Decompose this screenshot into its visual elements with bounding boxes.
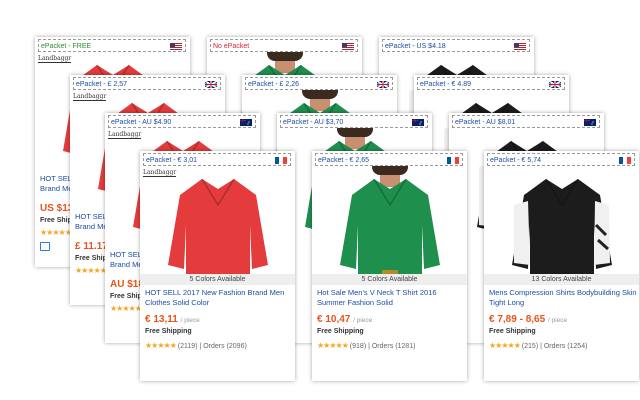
review-order-counts: (2119) | Orders (2096) — [175, 343, 247, 350]
shipping-price-text: ePacket - £ 2,26 — [248, 81, 299, 88]
brand-logo: Landbaggr — [143, 169, 177, 177]
shipping-price-text: ePacket - US $4.18 — [385, 43, 446, 50]
uk-flag-icon — [549, 81, 561, 88]
rating-row: ★★★★★ (215) | Orders (1254) — [489, 341, 587, 350]
colors-available: 13 Colors Available — [484, 274, 639, 285]
shipping-label: ePacket - € 3,01 — [143, 153, 291, 166]
free-shipping: Free Shipping — [489, 328, 536, 335]
fr-flag-icon — [619, 157, 631, 164]
shipping-label: ePacket - € 4.89 — [417, 77, 565, 90]
rating-row: ★★★★★ — [40, 228, 72, 237]
product-card[interactable]: ePacket - € 2,65 5 Colors Available Hot Sa… — [312, 151, 467, 381]
shipping-label: ePacket - AU $8,01 — [452, 115, 600, 128]
brand-logo: Landbaggr — [108, 131, 142, 139]
shipping-price-text: ePacket - € 5,74 — [490, 157, 541, 164]
review-order-counts: (918) | Orders (1281) — [347, 343, 416, 350]
shipping-label: ePacket - € 5,74 — [487, 153, 635, 166]
price: € 13,11 / piece — [145, 314, 200, 325]
star-rating-icon: ★★★★★ — [145, 341, 177, 350]
shipping-price-text: ePacket - AU $8,01 — [455, 119, 516, 126]
rating-row: ★★★★★ (2119) | Orders (2096) — [145, 341, 247, 350]
shipping-label: ePacket - £ 2,57 — [73, 77, 221, 90]
rating-row: ★★★★★ (918) | Orders (1281) — [317, 341, 415, 350]
us-flag-icon — [170, 43, 182, 50]
shipping-price-text: No ePacket — [213, 43, 250, 50]
brand-logo: Landbaggr — [73, 93, 107, 101]
unit-label: / piece — [180, 317, 200, 324]
price: £ 11.17 — [75, 241, 108, 252]
star-rating-icon: ★★★★★ — [40, 228, 72, 237]
brand-logo: Landbaggr — [38, 55, 72, 63]
free-shipping: Free Shipping — [145, 328, 192, 335]
shipping-price-text: ePacket - € 2,65 — [318, 157, 369, 164]
rating-row: ★★★★★ — [75, 266, 107, 275]
star-rating-icon: ★★★★★ — [489, 341, 521, 350]
cart-icon[interactable] — [40, 242, 50, 251]
star-rating-icon: ★★★★★ — [110, 304, 142, 313]
product-title-link[interactable]: Mens Compression Shirts Bodybuilding Ski… — [489, 288, 637, 308]
star-rating-icon: ★★★★★ — [317, 341, 349, 350]
shipping-label: No ePacket — [210, 39, 358, 52]
product-title-link[interactable]: HOT SELL 2017 New Fashion Brand Men Clot… — [145, 288, 293, 308]
au-flag-icon — [240, 119, 252, 126]
us-flag-icon — [514, 43, 526, 50]
shipping-label: ePacket - £ 2,26 — [245, 77, 393, 90]
shipping-price-text: ePacket - FREE — [41, 43, 92, 50]
fr-flag-icon — [447, 157, 459, 164]
shipping-label: ePacket - AU $4.90 — [108, 115, 256, 128]
au-flag-icon — [584, 119, 596, 126]
shipping-label: ePacket - € 2,65 — [315, 153, 463, 166]
product-image[interactable] — [312, 165, 467, 285]
colors-available: 5 Colors Available — [312, 274, 467, 285]
shipping-price-text: ePacket - € 3,01 — [146, 157, 197, 164]
review-order-counts: (215) | Orders (1254) — [519, 343, 588, 350]
shipping-label: ePacket - AU $3,70 — [280, 115, 428, 128]
au-flag-icon — [412, 119, 424, 126]
uk-flag-icon — [377, 81, 389, 88]
us-flag-icon — [342, 43, 354, 50]
rating-row: ★★★★★ — [110, 304, 142, 313]
price: € 7,89 - 8,65 / piece — [489, 314, 568, 325]
shipping-label: ePacket - US $4.18 — [382, 39, 530, 52]
product-card[interactable]: ePacket - € 5,74 13 Colors Available Mens … — [484, 151, 639, 381]
product-title-link[interactable]: Hot Sale Men's V Neck T Shirt 2016 Summe… — [317, 288, 465, 308]
price: € 10,47 / piece — [317, 314, 373, 325]
shipping-price-text: ePacket - AU $3,70 — [283, 119, 344, 126]
colors-available: 5 Colors Available — [140, 274, 295, 285]
shipping-price-text: ePacket - € 4.89 — [420, 81, 471, 88]
unit-label: / piece — [353, 317, 373, 324]
uk-flag-icon — [205, 81, 217, 88]
unit-label: / piece — [547, 317, 568, 324]
shipping-price-text: ePacket - £ 2,57 — [76, 81, 127, 88]
product-card[interactable]: ePacket - € 3,01 Landbaggr 5 Colors Availa… — [140, 151, 295, 381]
shipping-label: ePacket - FREE — [38, 39, 186, 52]
product-image[interactable] — [484, 165, 639, 285]
star-rating-icon: ★★★★★ — [75, 266, 107, 275]
free-shipping: Free Shipping — [317, 328, 364, 335]
fr-flag-icon — [275, 157, 287, 164]
product-image[interactable] — [140, 165, 295, 285]
shipping-price-text: ePacket - AU $4.90 — [111, 119, 172, 126]
